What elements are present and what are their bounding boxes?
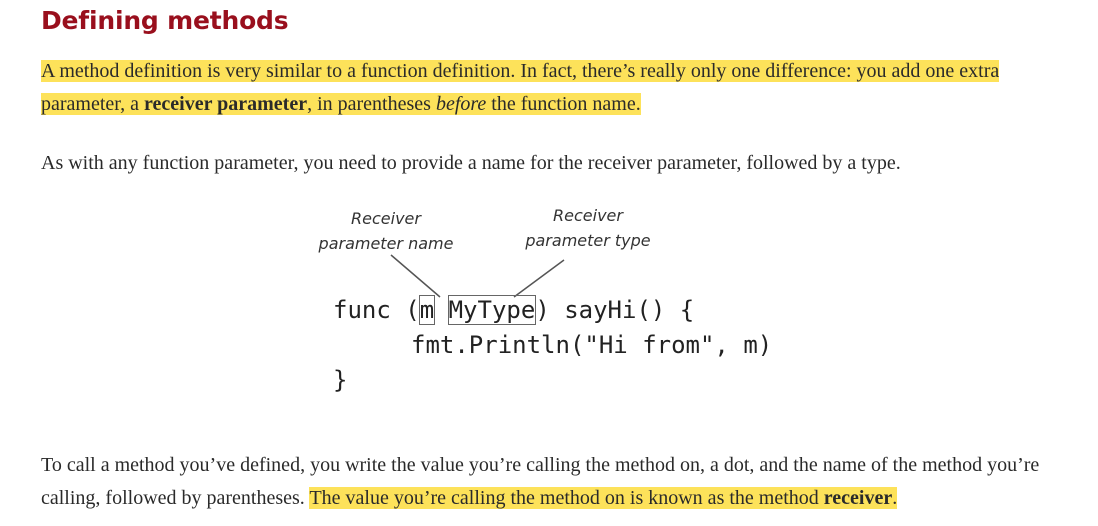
bold-term: receiver parameter — [144, 93, 308, 115]
receiver-name-paragraph: As with any function parameter, you need… — [41, 152, 901, 174]
method-definition-paragraph: A method definition is very similar to a… — [41, 55, 1071, 121]
code-line-1: func (m MyType) sayHi() { — [333, 295, 695, 325]
code-line-2: fmt.Println("Hi from", m) — [411, 331, 773, 359]
section-heading: Defining methods — [41, 6, 289, 35]
receiver-name-box: m — [418, 295, 436, 325]
italic-term: before — [435, 93, 487, 115]
arrow-to-receiver-type — [513, 259, 565, 298]
highlighted-text: A method definition is very similar to a… — [41, 60, 1000, 115]
receiver-type-annotation: Receiver parameter type — [525, 206, 651, 250]
receiver-name-annotation: Receiver parameter name — [318, 209, 454, 253]
highlighted-text: The value you’re calling the method on i… — [309, 487, 898, 509]
receiver-type-box: MyType — [447, 295, 537, 325]
arrow-to-receiver-name — [390, 254, 441, 298]
calling-method-paragraph: To call a method you’ve defined, you wri… — [41, 454, 1040, 509]
code-line-3: } — [333, 366, 348, 394]
bold-term: receiver — [823, 487, 893, 509]
